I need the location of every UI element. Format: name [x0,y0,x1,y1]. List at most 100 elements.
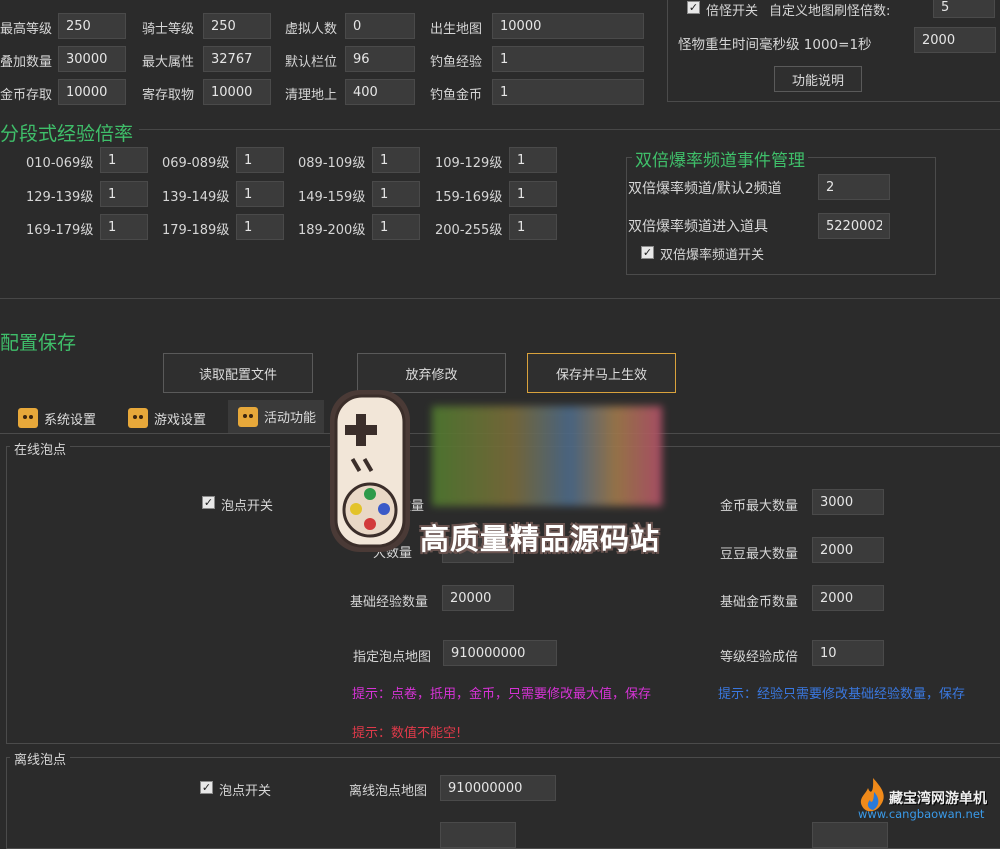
default-slots-label: 默认栏位 [285,55,338,70]
respawn-time-input[interactable] [914,27,996,53]
exp-input[interactable] [509,181,557,207]
exp-input[interactable] [372,181,420,207]
max-attribute-label: 最大属性 [142,55,195,70]
exp-label: 189-200级 [298,223,366,238]
offline-map-input[interactable] [440,775,556,801]
exp-label: 109-129级 [435,156,503,171]
exp-input[interactable] [236,214,284,240]
idle-map-input[interactable] [443,640,557,666]
exp-input[interactable] [509,147,557,173]
idle-map-label: 指定泡点地图 [353,650,432,665]
exp-label: 179-189级 [162,223,230,238]
gamepad-icon [330,390,410,552]
respawn-time-label: 怪物重生时间毫秒级 1000=1秒 [678,37,872,53]
virtual-players-label: 虚拟人数 [285,22,338,37]
double-drop-item-input[interactable] [818,213,890,239]
tab-label: 活动功能 [264,411,317,426]
level-exp-mult-label: 等级经验成倍 [720,650,799,665]
hint-points: 提示：点卷，抵用，金币，只需要修改最大值，保存 [352,687,652,702]
feature-info-button[interactable]: 功能说明 [774,66,862,92]
double-monster-label: 倍怪开关 [706,4,759,19]
knight-level-label: 骑士等级 [142,22,195,37]
offline-extra-input-2[interactable] [812,822,888,848]
max-attribute-input[interactable] [203,46,271,72]
exp-input[interactable] [100,181,148,207]
emoji-face-icon [128,408,148,428]
exp-input[interactable] [236,147,284,173]
save-apply-button[interactable]: 保存并马上生效 [527,353,676,393]
exp-label: 089-109级 [298,156,366,171]
fishing-gold-label: 钓鱼金币 [430,88,483,103]
tab-label: 系统设置 [44,412,97,428]
tab-label: 游戏设置 [154,412,207,428]
exp-input[interactable] [372,214,420,240]
exp-label: 200-255级 [435,223,503,238]
double-drop-channel-input[interactable] [818,174,890,200]
online-idle-checkbox[interactable]: ✓ [202,496,215,509]
tab-game-settings[interactable]: 游戏设置 [128,403,206,433]
custom-map-mult-label: 自定义地图刷怪倍数: [769,4,891,19]
ground-cleanup-label: 清理地上 [285,88,338,103]
spawn-map-label: 出生地图 [430,22,483,37]
blurred-logo [432,406,662,506]
base-exp-label: 基础经验数量 [350,595,429,610]
double-drop-title: 双倍爆率频道事件管理 [632,146,808,171]
fishing-gold-input[interactable] [492,79,644,105]
base-exp-input[interactable] [442,585,514,611]
exp-input[interactable] [236,181,284,207]
read-config-button[interactable]: 读取配置文件 [163,353,313,393]
double-drop-switch-label: 双倍爆率频道开关 [660,248,765,263]
hint-exp: 提示：经验只需要修改基础经验数量，保存 [718,687,966,702]
ground-cleanup-input[interactable] [345,79,415,105]
base-gold-input[interactable] [812,585,884,611]
gold-max-label: 金币最大数量 [720,499,799,514]
offline-map-label: 离线泡点地图 [349,784,428,799]
offline-idle-checkbox[interactable]: ✓ [200,781,213,794]
stack-amount-label: 叠加数量 [0,55,53,70]
knight-level-input[interactable] [203,13,271,39]
corner-brand-text: 藏宝湾网游单机 [889,791,987,807]
exp-input[interactable] [100,147,148,173]
config-save-title: 配置保存 [0,332,77,354]
hint-not-empty: 提示：数值不能空! [352,726,462,741]
fishing-exp-input[interactable] [492,46,644,72]
exp-label: 069-089级 [162,156,230,171]
offline-idle-legend: 离线泡点 [10,749,71,768]
max-level-input[interactable] [58,13,126,39]
default-slots-input[interactable] [345,46,415,72]
double-drop-switch-checkbox[interactable]: ✓ [641,246,654,259]
exp-label: 169-179级 [26,223,94,238]
exp-input[interactable] [372,147,420,173]
spawn-map-input[interactable] [492,13,644,39]
stack-amount-input[interactable] [58,46,126,72]
watermark-text: 高质量精品源码站 [420,522,661,556]
exp-label: 010-069级 [26,156,94,171]
double-monster-checkbox[interactable]: ✓ [687,1,700,14]
online-idle-switch-label: 泡点开关 [221,499,274,514]
offline-extra-input[interactable] [440,822,516,848]
tab-activity-functions[interactable]: 活动功能 [228,400,325,433]
exp-divider [0,129,1000,130]
tab-system-settings[interactable]: 系统设置 [18,403,96,433]
exp-label: 159-169级 [435,190,503,205]
bean-max-input[interactable] [812,537,884,563]
virtual-players-input[interactable] [345,13,415,39]
emoji-face-icon [238,406,258,427]
emoji-face-icon [18,408,38,428]
exp-input[interactable] [100,214,148,240]
exp-label: 129-139级 [26,190,94,205]
bean-max-label: 豆豆最大数量 [720,547,799,562]
level-exp-mult-input[interactable] [812,640,884,666]
item-storage-input[interactable] [203,79,271,105]
gold-storage-label: 金币存取 [0,88,53,103]
gold-storage-input[interactable] [58,79,126,105]
exp-label: 139-149级 [162,190,230,205]
offline-idle-switch-label: 泡点开关 [219,784,272,799]
exp-section-title: 分段式经验倍率 [0,119,140,146]
gold-max-input[interactable] [812,489,884,515]
exp-input[interactable] [509,214,557,240]
base-gold-label: 基础金币数量 [720,595,799,610]
custom-map-mult-input[interactable] [933,0,995,18]
double-drop-item-label: 双倍爆率频道进入道具 [628,219,768,235]
exp-label: 149-159级 [298,190,366,205]
